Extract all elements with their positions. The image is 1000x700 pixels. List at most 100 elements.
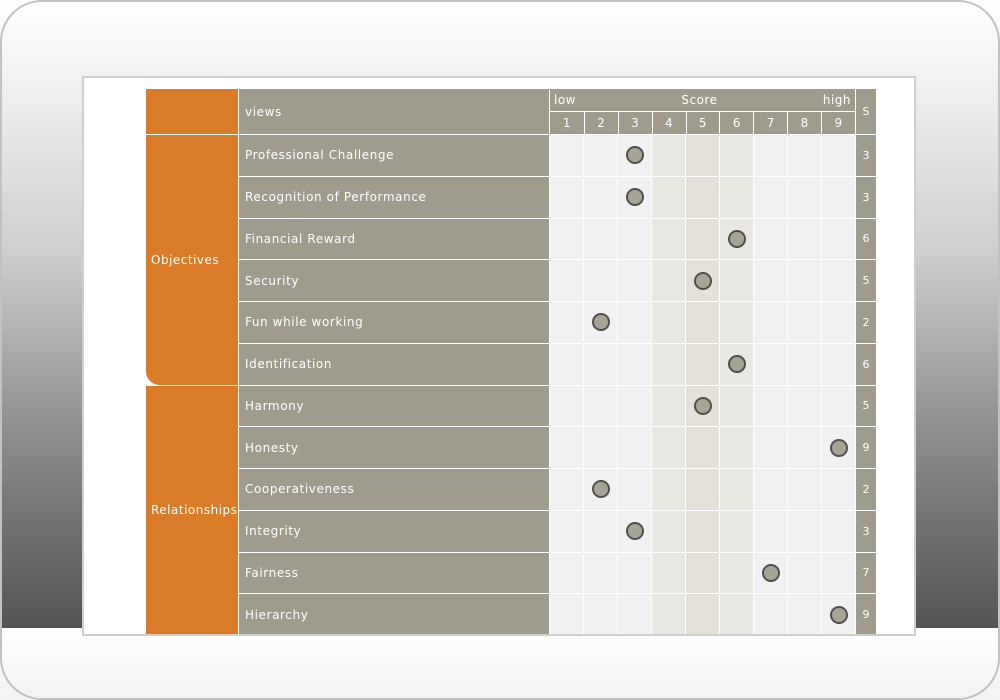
score-cell-4[interactable]: [652, 302, 685, 344]
score-cell-5[interactable]: [686, 427, 719, 469]
score-cell-3[interactable]: [618, 218, 651, 261]
score-cell-6[interactable]: [720, 594, 753, 634]
score-marker[interactable]: [829, 438, 848, 457]
score-cell-8[interactable]: [788, 552, 821, 595]
score-cell-4[interactable]: [652, 260, 685, 302]
score-cell-2[interactable]: [584, 594, 617, 634]
score-cell-5[interactable]: [686, 510, 719, 553]
score-cell-9[interactable]: [822, 218, 855, 261]
score-cell-2[interactable]: [584, 343, 617, 386]
score-marker[interactable]: [625, 146, 644, 165]
score-cell-1[interactable]: [550, 135, 583, 177]
score-cell-2[interactable]: [584, 510, 617, 553]
score-cell-2[interactable]: [584, 260, 617, 302]
score-cell-2[interactable]: [584, 552, 617, 595]
score-cell-6[interactable]: [720, 260, 753, 302]
score-cell-8[interactable]: [788, 427, 821, 469]
score-marker[interactable]: [829, 605, 848, 624]
score-cell-7[interactable]: [754, 302, 787, 344]
score-cell-5[interactable]: [686, 218, 719, 261]
score-cell-3[interactable]: [618, 427, 651, 469]
score-cell-3[interactable]: [618, 135, 651, 177]
score-cell-9[interactable]: [822, 385, 855, 428]
score-cell-2[interactable]: [584, 176, 617, 219]
score-marker[interactable]: [727, 229, 746, 248]
score-cell-4[interactable]: [652, 176, 685, 219]
score-cell-3[interactable]: [618, 510, 651, 553]
score-cell-3[interactable]: [618, 594, 651, 634]
score-cell-6[interactable]: [720, 552, 753, 595]
score-cell-3[interactable]: [618, 260, 651, 302]
score-cell-6[interactable]: [720, 218, 753, 261]
score-cell-3[interactable]: [618, 469, 651, 511]
score-cell-7[interactable]: [754, 510, 787, 553]
score-cell-7[interactable]: [754, 552, 787, 595]
score-cell-7[interactable]: [754, 260, 787, 302]
score-cell-6[interactable]: [720, 385, 753, 428]
score-cell-8[interactable]: [788, 469, 821, 511]
score-cell-8[interactable]: [788, 343, 821, 386]
score-cell-7[interactable]: [754, 427, 787, 469]
score-cell-4[interactable]: [652, 510, 685, 553]
score-cell-7[interactable]: [754, 176, 787, 219]
score-cell-1[interactable]: [550, 552, 583, 595]
score-cell-7[interactable]: [754, 135, 787, 177]
score-cell-9[interactable]: [822, 302, 855, 344]
score-cell-1[interactable]: [550, 510, 583, 553]
score-cell-5[interactable]: [686, 135, 719, 177]
score-cell-8[interactable]: [788, 302, 821, 344]
score-marker[interactable]: [693, 271, 712, 290]
score-cell-3[interactable]: [618, 385, 651, 428]
score-marker[interactable]: [693, 396, 712, 415]
score-cell-8[interactable]: [788, 594, 821, 634]
score-cell-2[interactable]: [584, 302, 617, 344]
score-cell-5[interactable]: [686, 552, 719, 595]
score-cell-1[interactable]: [550, 343, 583, 386]
score-cell-9[interactable]: [822, 135, 855, 177]
score-cell-8[interactable]: [788, 385, 821, 428]
score-cell-2[interactable]: [584, 469, 617, 511]
score-cell-1[interactable]: [550, 594, 583, 634]
score-marker[interactable]: [591, 480, 610, 499]
score-cell-5[interactable]: [686, 385, 719, 428]
score-cell-6[interactable]: [720, 302, 753, 344]
score-cell-6[interactable]: [720, 469, 753, 511]
score-cell-4[interactable]: [652, 343, 685, 386]
score-cell-6[interactable]: [720, 510, 753, 553]
score-cell-7[interactable]: [754, 343, 787, 386]
score-cell-8[interactable]: [788, 176, 821, 219]
score-cell-3[interactable]: [618, 302, 651, 344]
score-marker[interactable]: [727, 355, 746, 374]
score-cell-9[interactable]: [822, 510, 855, 553]
score-marker[interactable]: [625, 188, 644, 207]
score-cell-4[interactable]: [652, 135, 685, 177]
score-cell-5[interactable]: [686, 343, 719, 386]
score-cell-3[interactable]: [618, 552, 651, 595]
score-cell-8[interactable]: [788, 510, 821, 553]
score-cell-2[interactable]: [584, 427, 617, 469]
score-cell-7[interactable]: [754, 385, 787, 428]
score-cell-6[interactable]: [720, 176, 753, 219]
score-cell-3[interactable]: [618, 176, 651, 219]
score-cell-1[interactable]: [550, 302, 583, 344]
score-cell-7[interactable]: [754, 469, 787, 511]
score-marker[interactable]: [591, 313, 610, 332]
score-cell-8[interactable]: [788, 260, 821, 302]
score-marker[interactable]: [761, 563, 780, 582]
score-cell-4[interactable]: [652, 594, 685, 634]
score-cell-9[interactable]: [822, 260, 855, 302]
score-cell-4[interactable]: [652, 552, 685, 595]
score-cell-5[interactable]: [686, 469, 719, 511]
score-cell-8[interactable]: [788, 135, 821, 177]
score-cell-9[interactable]: [822, 552, 855, 595]
score-cell-4[interactable]: [652, 218, 685, 261]
score-cell-1[interactable]: [550, 260, 583, 302]
score-cell-2[interactable]: [584, 135, 617, 177]
score-cell-5[interactable]: [686, 594, 719, 634]
score-cell-9[interactable]: [822, 343, 855, 386]
score-cell-8[interactable]: [788, 218, 821, 261]
score-cell-6[interactable]: [720, 135, 753, 177]
score-cell-6[interactable]: [720, 427, 753, 469]
score-cell-1[interactable]: [550, 385, 583, 428]
score-cell-7[interactable]: [754, 218, 787, 261]
